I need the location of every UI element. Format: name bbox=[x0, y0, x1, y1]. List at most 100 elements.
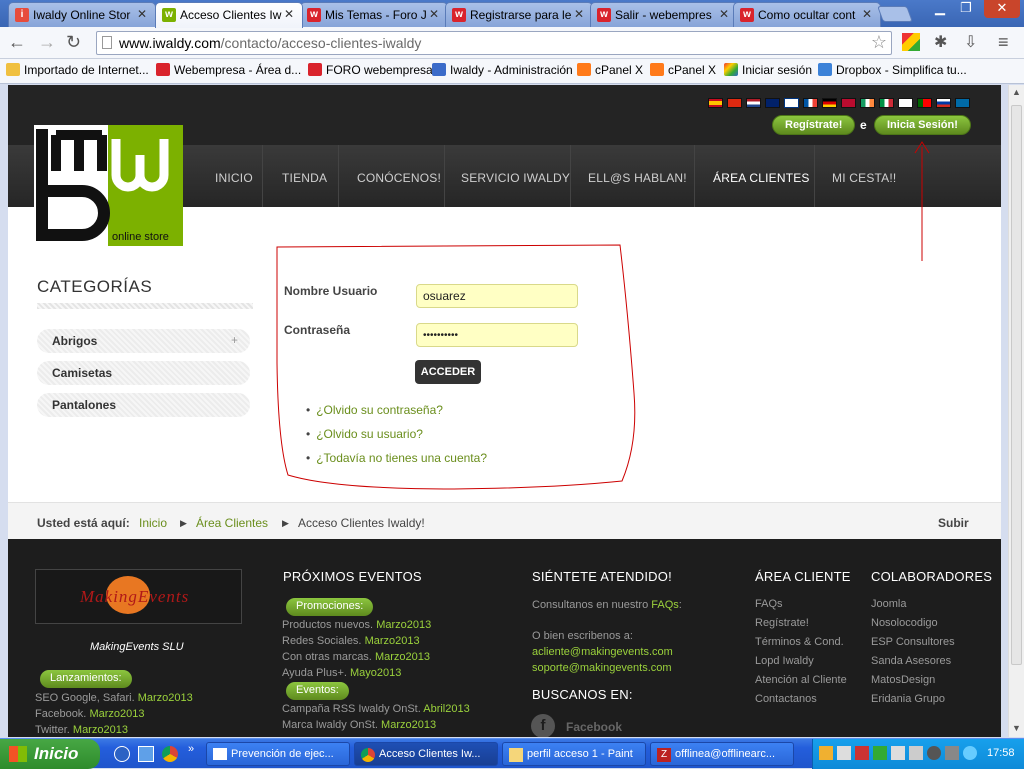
facebook-icon[interactable]: f bbox=[531, 714, 555, 737]
expand-icon[interactable]: + bbox=[231, 333, 238, 347]
clock[interactable]: 17:58 bbox=[987, 747, 1015, 759]
bookmark-item[interactable]: Iwaldy - Administración bbox=[432, 63, 573, 77]
quicklaunch-icon[interactable] bbox=[114, 746, 130, 762]
tray-icon[interactable] bbox=[819, 746, 833, 760]
start-button[interactable]: Inicio bbox=[0, 739, 100, 769]
scroll-down-icon[interactable]: ▼ bbox=[1012, 723, 1021, 733]
taskbar-item[interactable]: perfil acceso 1 - Paint bbox=[502, 742, 646, 766]
close-icon[interactable]: ✕ bbox=[137, 7, 147, 21]
site-logo[interactable]: online store bbox=[34, 125, 183, 246]
tray-icon[interactable] bbox=[927, 746, 941, 760]
category-item[interactable]: Pantalones bbox=[37, 393, 250, 417]
bookmark-item[interactable]: cPanel X bbox=[650, 63, 716, 77]
extension-icon[interactable] bbox=[902, 33, 920, 51]
tray-icon[interactable] bbox=[963, 746, 977, 760]
bookmark-star-icon[interactable]: ☆ bbox=[871, 32, 887, 53]
window-close-icon[interactable]: ✕ bbox=[984, 0, 1020, 18]
login-button[interactable]: Inicia Sesión! bbox=[874, 115, 971, 135]
back-icon[interactable]: ← bbox=[8, 32, 26, 53]
quicklaunch-icon[interactable] bbox=[138, 746, 154, 762]
bookmark-folder[interactable]: Importado de Internet... bbox=[6, 63, 149, 77]
tray-icon[interactable] bbox=[945, 746, 959, 760]
tray-icon[interactable] bbox=[855, 746, 869, 760]
flag-cn-icon[interactable] bbox=[727, 98, 742, 108]
restore-icon[interactable]: ❐ bbox=[954, 0, 978, 18]
flag-es-icon[interactable] bbox=[708, 98, 723, 108]
footer-link[interactable]: Joomla bbox=[871, 598, 906, 610]
download-icon[interactable]: ⇩ bbox=[964, 32, 977, 52]
menu-item-hablan[interactable]: ELL@S HABLAN! bbox=[588, 171, 687, 207]
menu-item-conocenos[interactable]: CONÓCENOS! bbox=[357, 171, 441, 207]
menu-item-tienda[interactable]: TIENDA bbox=[282, 171, 327, 207]
password-input[interactable]: •••••••••• bbox=[416, 323, 578, 347]
bookmark-item[interactable]: Iniciar sesión bbox=[724, 63, 812, 77]
menu-item-area-clientes[interactable]: ÁREA CLIENTES bbox=[713, 171, 810, 207]
scrollbar-thumb[interactable] bbox=[1011, 105, 1022, 665]
flag-no-icon[interactable] bbox=[841, 98, 856, 108]
faq-link[interactable]: FAQs bbox=[651, 599, 679, 611]
username-input[interactable]: osuarez bbox=[416, 284, 578, 308]
scroll-up-icon[interactable]: ▲ bbox=[1012, 87, 1021, 97]
close-icon[interactable]: ✕ bbox=[284, 7, 294, 21]
flag-pt-icon[interactable] bbox=[917, 98, 932, 108]
browser-tab[interactable]: w Como ocultar cont ✕ bbox=[733, 2, 881, 27]
tray-icon[interactable] bbox=[891, 746, 905, 760]
forgot-username-link[interactable]: • ¿Olvido su usuario? bbox=[306, 427, 423, 441]
menu-item-cesta[interactable]: MI CESTA!! bbox=[832, 171, 896, 207]
flag-fr-icon[interactable] bbox=[803, 98, 818, 108]
tray-icon[interactable] bbox=[909, 746, 923, 760]
flag-gb-icon[interactable] bbox=[765, 98, 780, 108]
flag-kr-icon[interactable] bbox=[898, 98, 913, 108]
footer-link[interactable]: Términos & Cond. bbox=[755, 636, 844, 648]
footer-link[interactable]: Contactanos bbox=[755, 693, 817, 705]
bookmark-item[interactable]: cPanel X bbox=[577, 63, 643, 77]
new-tab-button[interactable] bbox=[877, 6, 913, 22]
bookmark-item[interactable]: FORO webempresa bbox=[308, 63, 433, 77]
tray-icon[interactable] bbox=[837, 746, 851, 760]
scroll-top-link[interactable]: Subir bbox=[938, 516, 969, 530]
footer-link[interactable]: MatosDesign bbox=[871, 674, 935, 686]
flag-fi-icon[interactable] bbox=[784, 98, 799, 108]
bookmark-item[interactable]: Webempresa - Área d... bbox=[156, 63, 301, 77]
forgot-password-link[interactable]: • ¿Olvido su contraseña? bbox=[306, 403, 443, 417]
submit-button[interactable]: ACCEDER bbox=[415, 360, 481, 384]
flag-it-icon[interactable] bbox=[879, 98, 894, 108]
browser-tab[interactable]: w Registrarse para le ✕ bbox=[445, 2, 593, 27]
close-icon[interactable]: ✕ bbox=[429, 7, 439, 21]
bookmark-item[interactable]: Dropbox - Simplifica tu... bbox=[818, 63, 967, 77]
register-button[interactable]: Regístrate! bbox=[772, 115, 856, 135]
footer-link[interactable]: Nosolocodigo bbox=[871, 617, 938, 629]
footer-link[interactable]: Atención al Cliente bbox=[755, 674, 847, 686]
category-item[interactable]: Camisetas bbox=[37, 361, 250, 385]
footer-link[interactable]: Eridania Grupo bbox=[871, 693, 945, 705]
address-bar[interactable]: www.iwaldy.com/contacto/acceso-clientes-… bbox=[96, 31, 892, 55]
menu-item-inicio[interactable]: INICIO bbox=[215, 171, 253, 207]
close-icon[interactable]: ✕ bbox=[862, 7, 872, 21]
flag-nl-icon[interactable] bbox=[746, 98, 761, 108]
taskbar-item-active[interactable]: Acceso Clientes Iw... bbox=[354, 742, 498, 766]
footer-link[interactable]: ESP Consultores bbox=[871, 636, 955, 648]
taskbar-item[interactable]: Prevención de ejec... bbox=[206, 742, 350, 766]
email-link[interactable]: soporte@makingevents.com bbox=[532, 662, 672, 674]
chrome-icon[interactable] bbox=[162, 746, 178, 762]
menu-wrench-icon[interactable]: ≡ bbox=[998, 32, 1009, 53]
footer-link[interactable]: Lopd Iwaldy bbox=[755, 655, 814, 667]
menu-item-servicio[interactable]: SERVICIO IWALDY bbox=[461, 171, 570, 207]
close-icon[interactable]: ✕ bbox=[574, 7, 584, 21]
tray-icon[interactable] bbox=[873, 746, 887, 760]
flag-de-icon[interactable] bbox=[822, 98, 837, 108]
close-icon[interactable]: ✕ bbox=[719, 7, 729, 21]
chevron-right-icon[interactable]: » bbox=[188, 743, 194, 755]
forward-icon[interactable]: → bbox=[38, 32, 56, 53]
reload-icon[interactable]: ↻ bbox=[66, 32, 81, 53]
flag-se-icon[interactable] bbox=[955, 98, 970, 108]
category-item[interactable]: Abrigos + bbox=[37, 329, 250, 353]
browser-tab[interactable]: w Salir - webempres ✕ bbox=[590, 2, 738, 27]
bug-extension-icon[interactable]: ✱ bbox=[934, 32, 947, 52]
breadcrumb-link[interactable]: Inicio bbox=[139, 516, 167, 530]
taskbar-item[interactable]: Zofflinea@offlinearc... bbox=[650, 742, 794, 766]
minimize-icon[interactable]: ▁ bbox=[928, 0, 952, 18]
page-scrollbar[interactable]: ▲ ▼ bbox=[1008, 85, 1024, 737]
flag-ru-icon[interactable] bbox=[936, 98, 951, 108]
browser-tab[interactable]: i Iwaldy Online Stor ✕ bbox=[8, 2, 156, 27]
